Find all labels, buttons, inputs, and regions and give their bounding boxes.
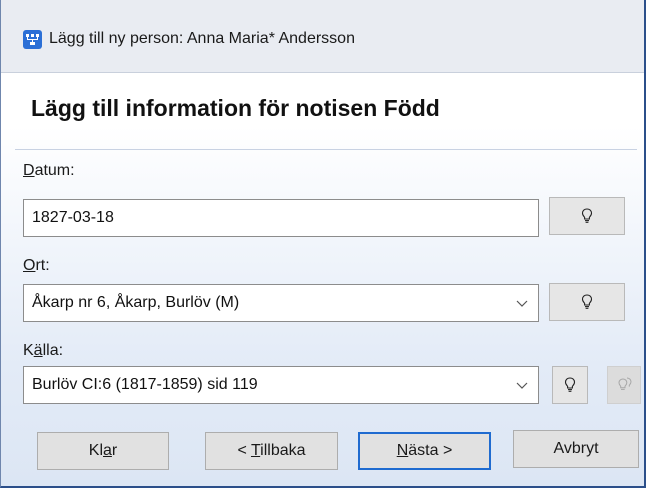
date-label-text: atum: [34, 162, 75, 179]
source-label-mnemonic: ä [33, 342, 43, 359]
lightbulb-icon [581, 294, 593, 309]
date-hint-button[interactable] [549, 197, 625, 235]
place-dropdown[interactable]: Åkarp nr 6, Åkarp, Burlöv (M) [23, 284, 539, 322]
date-label: Datum: [23, 162, 75, 180]
finish-button[interactable]: Klar [37, 432, 169, 470]
next-button-post: ästa > [408, 442, 453, 459]
place-hint-button[interactable] [549, 283, 625, 321]
place-label-text: rt: [35, 257, 50, 274]
date-field[interactable]: 1827-03-18 [23, 199, 539, 237]
finish-button-mnemonic: a [103, 442, 112, 459]
lightbulb-icon [564, 377, 576, 392]
page-heading: Lägg till information för notisen Född [31, 95, 440, 121]
heading-divider [15, 149, 637, 150]
lightbulb-double-icon [618, 377, 632, 390]
window-title: Lägg till ny person: Anna Maria* Anderss… [49, 30, 355, 47]
finish-button-post: r [111, 442, 118, 459]
cancel-button-label: Avbryt [553, 440, 599, 457]
date-label-mnemonic: D [23, 162, 35, 179]
place-label-mnemonic: O [23, 257, 36, 274]
next-button-mnemonic: N [396, 442, 409, 459]
dialog-window: Lägg till ny person: Anna Maria* Anderss… [0, 0, 646, 488]
source-dropdown[interactable]: Burlöv CI:6 (1817-1859) sid 119 [23, 366, 539, 404]
place-label: Ort: [23, 257, 50, 275]
back-button-pre: < [237, 442, 251, 459]
source-value: Burlöv CI:6 (1817-1859) sid 119 [32, 376, 258, 393]
back-button-post: illbaka [260, 442, 306, 459]
source-hint-button[interactable] [552, 366, 588, 404]
cancel-button[interactable]: Avbryt [513, 430, 639, 468]
family-tree-icon [23, 30, 42, 49]
back-button-mnemonic: T [250, 442, 261, 459]
source-label-pre: K [23, 342, 34, 359]
chevron-down-icon[interactable] [516, 379, 528, 391]
source-label-text: lla: [42, 342, 64, 359]
chevron-down-icon[interactable] [516, 297, 528, 309]
back-button[interactable]: < Tillbaka [205, 432, 338, 470]
lightbulb-icon [581, 208, 593, 223]
source-label: Källa: [23, 342, 63, 360]
next-button[interactable]: Nästa > [358, 432, 491, 470]
source-multi-hint-button[interactable] [607, 366, 641, 404]
finish-button-pre: Kl [88, 442, 103, 459]
title-bar: Lägg till ny person: Anna Maria* Anderss… [1, 0, 644, 73]
place-value: Åkarp nr 6, Åkarp, Burlöv (M) [32, 294, 240, 311]
